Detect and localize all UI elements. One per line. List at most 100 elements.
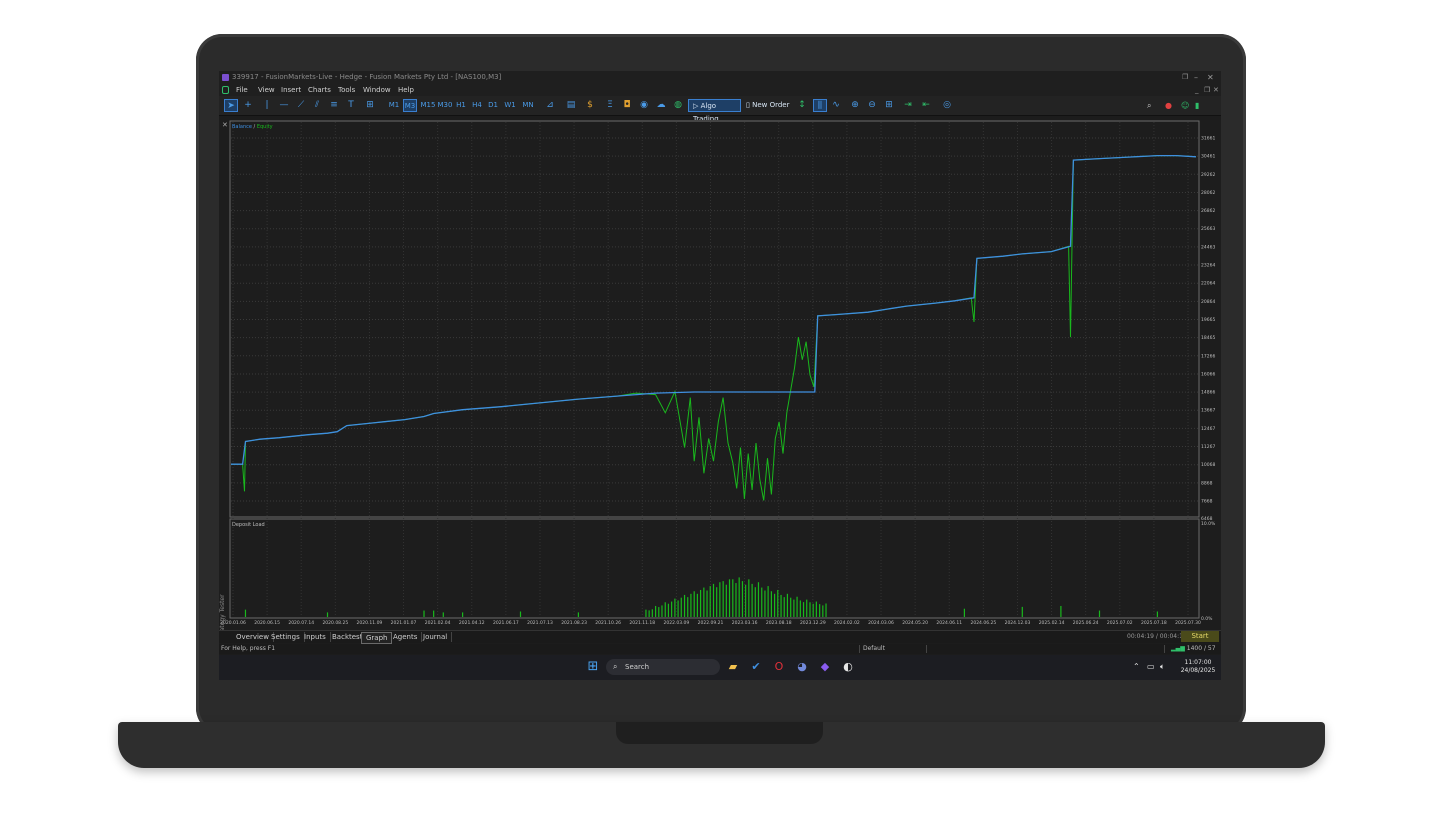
- taskbar-search[interactable]: ⌕ Search: [606, 659, 720, 675]
- x-tick-label: 2024.03.06: [868, 620, 894, 626]
- deposit-load-bar: [741, 581, 744, 617]
- tray-display-icon[interactable]: ▭: [1147, 662, 1155, 671]
- x-tick-label: 2021.11.18: [629, 620, 655, 626]
- mdi-close-button[interactable]: ✕: [1213, 84, 1219, 96]
- notifications-icon[interactable]: ●: [1165, 99, 1172, 112]
- template-icon[interactable]: ▤: [562, 99, 580, 112]
- depth-of-market-icon[interactable]: ↕: [796, 99, 808, 112]
- autoscroll-icon[interactable]: ⇥: [902, 99, 914, 112]
- vertical-line-icon[interactable]: |: [261, 99, 273, 112]
- menu-file[interactable]: File: [236, 84, 248, 96]
- indicators-icon[interactable]: Ξ: [604, 99, 616, 112]
- fusion-app-icon[interactable]: ◆: [818, 660, 832, 674]
- deposit-load-bar: [777, 589, 779, 617]
- discord-icon[interactable]: ◕: [795, 660, 809, 674]
- deposit-load-bar: [732, 579, 734, 617]
- strategy-tester-graph: ✕ Strategy Tester 31661 30461 29262 28062 26…: [219, 120, 1221, 640]
- timeframe-d1[interactable]: D1: [486, 99, 500, 112]
- zoom-out-icon[interactable]: ⊖: [866, 99, 878, 112]
- mdi-minimize-button[interactable]: _: [1195, 84, 1199, 96]
- minimize-button[interactable]: –: [1194, 71, 1198, 84]
- tray-chevron-icon[interactable]: ⌃: [1133, 662, 1140, 671]
- horizontal-line-icon[interactable]: —: [278, 99, 290, 112]
- menu-view[interactable]: View: [258, 84, 275, 96]
- deposit-load-bar: [809, 602, 811, 617]
- dollar-icon[interactable]: $: [584, 99, 596, 112]
- deposit-load-bar: [757, 582, 760, 617]
- fibonacci-icon[interactable]: ≡: [328, 99, 340, 112]
- start-button[interactable]: Start: [1181, 631, 1219, 642]
- restore-button[interactable]: ❐: [1182, 71, 1188, 84]
- tab-agents[interactable]: Agents: [389, 632, 423, 642]
- screenshot-icon[interactable]: ◎: [941, 99, 953, 112]
- menu-window[interactable]: Window: [363, 84, 391, 96]
- deposit-load-bar: [793, 599, 795, 617]
- timeframe-h1[interactable]: H1: [454, 99, 468, 112]
- cursor-icon[interactable]: ➤: [224, 99, 238, 112]
- line-chart-icon[interactable]: ∿: [830, 99, 842, 112]
- new-order-button[interactable]: ▯ New Order: [746, 99, 792, 112]
- community-icon[interactable]: ◍: [672, 99, 684, 112]
- volume-icon[interactable]: 🔈︎: [1160, 662, 1165, 672]
- deposit-load-bar: [703, 587, 705, 617]
- x-tick-label: 2025.02.14: [1039, 620, 1065, 626]
- taskbar-clock[interactable]: 11:07:00 24/08/2025: [1179, 659, 1217, 675]
- timeframe-m1[interactable]: M1: [387, 99, 401, 112]
- tab-journal[interactable]: Journal: [419, 632, 453, 642]
- deposit-load-bar: [819, 604, 821, 617]
- shapes-icon[interactable]: ⊞: [362, 99, 378, 112]
- mdi-restore-button[interactable]: ❐: [1204, 84, 1210, 96]
- timeframe-w1[interactable]: W1: [503, 99, 517, 112]
- vps-cloud-icon[interactable]: ☁: [655, 99, 667, 112]
- chart-shift-icon[interactable]: ⇤: [920, 99, 932, 112]
- screen: 339917 - FusionMarkets-Live - Hedge - Fu…: [219, 71, 1221, 680]
- menu-tools[interactable]: Tools: [338, 84, 355, 96]
- zoom-in-icon[interactable]: ⊕: [849, 99, 861, 112]
- timeframe-m15[interactable]: M15: [420, 99, 436, 112]
- candles-icon[interactable]: ⫼: [813, 99, 827, 112]
- todo-check-icon[interactable]: ✔: [749, 660, 763, 674]
- account-icon[interactable]: ☺: [1181, 99, 1189, 112]
- menu-help[interactable]: Help: [398, 84, 414, 96]
- timeframe-h4[interactable]: H4: [470, 99, 484, 112]
- x-tick-label: 2023.08.18: [766, 620, 792, 626]
- deposit-load-bar: [738, 577, 740, 617]
- close-button[interactable]: ✕: [1207, 71, 1214, 84]
- algo-trading-button[interactable]: ▷ Algo Trading: [688, 99, 741, 123]
- windows-start-icon[interactable]: ⊞: [586, 660, 600, 674]
- window-title: 339917 - FusionMarkets-Live - Hedge - Fu…: [232, 73, 502, 81]
- channel-icon[interactable]: ⫽: [311, 99, 323, 112]
- trendline-icon[interactable]: ⟋: [295, 99, 307, 112]
- deposit-load-bar: [963, 608, 965, 617]
- search-icon[interactable]: ⌕: [1147, 99, 1151, 112]
- tab-inputs[interactable]: Inputs: [300, 632, 331, 642]
- timeframe-m3[interactable]: M3: [403, 99, 417, 112]
- deposit-load-bar: [244, 609, 247, 617]
- deposit-load-bar: [706, 590, 708, 617]
- new-order-label: New Order: [752, 101, 790, 109]
- deposit-load-bar: [745, 584, 747, 617]
- signals-icon[interactable]: ◉: [638, 99, 650, 112]
- text-tool-icon[interactable]: T: [345, 99, 357, 112]
- y-tick-label: 29262: [1201, 172, 1215, 178]
- menu-insert[interactable]: Insert: [281, 84, 301, 96]
- market-bag-icon[interactable]: ◘: [621, 99, 633, 112]
- metatrader-taskbar-icon[interactable]: ◐: [841, 660, 855, 674]
- timeframe-m30[interactable]: M30: [437, 99, 453, 112]
- taskbar-search-placeholder: Search: [625, 663, 650, 671]
- x-tick-label: 2021.07.13: [527, 620, 553, 626]
- file-explorer-icon[interactable]: ▰: [726, 660, 740, 674]
- opera-browser-icon[interactable]: O: [772, 660, 786, 674]
- timeframe-mn[interactable]: MN: [520, 99, 536, 112]
- tab-graph[interactable]: Graph: [361, 632, 393, 644]
- grid-icon[interactable]: ⊞: [883, 99, 895, 112]
- y-tick-label: 10068: [1201, 462, 1215, 468]
- y-tick-label: 24463: [1201, 244, 1215, 250]
- chart-type-icon[interactable]: ⊿: [541, 99, 559, 112]
- menu-charts[interactable]: Charts: [308, 84, 331, 96]
- crosshair-icon[interactable]: +: [242, 99, 254, 112]
- deposit-load-bar: [790, 597, 792, 617]
- deposit-load-bar: [462, 612, 464, 617]
- deposit-load-bar: [773, 593, 776, 617]
- deposit-load-bar: [815, 601, 817, 617]
